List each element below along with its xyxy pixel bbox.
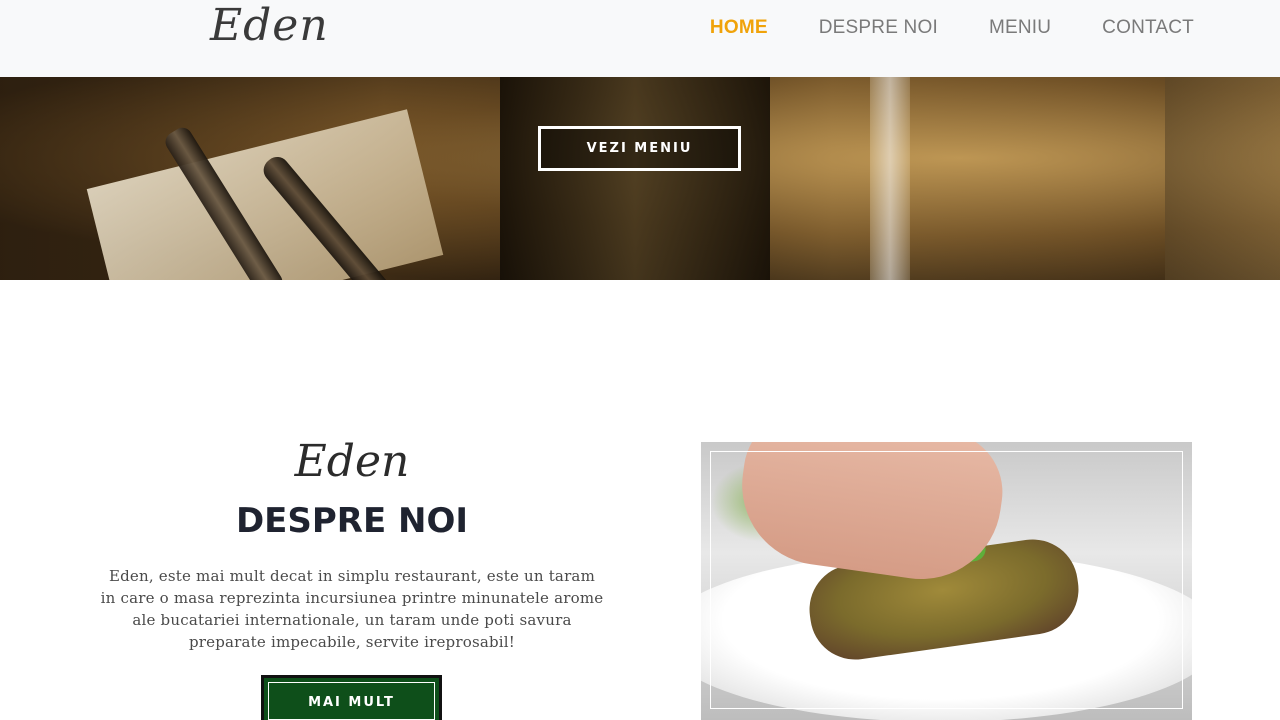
nav-item-meniu[interactable]: MENIU	[989, 16, 1051, 40]
hero-candle-image	[1165, 77, 1280, 280]
hero-glass-image	[500, 77, 770, 280]
site-header: Eden HOME DESPRE NOI MENIU CONTACT	[0, 0, 1280, 77]
main-nav: HOME DESPRE NOI MENIU CONTACT	[710, 16, 1194, 40]
photo-frame-border	[710, 451, 1183, 709]
nav-item-despre-noi[interactable]: DESPRE NOI	[819, 16, 938, 40]
more-button[interactable]: MAI MULT	[261, 675, 442, 720]
chef-plating-photo	[701, 442, 1192, 720]
about-title: DESPRE NOI	[235, 501, 469, 541]
hero-wine-glass-image	[870, 77, 910, 280]
view-menu-button[interactable]: VEZI MENIU	[538, 126, 741, 171]
nav-item-home[interactable]: HOME	[710, 16, 768, 40]
about-description: Eden, este mai mult decat in simplu rest…	[100, 567, 604, 651]
hero-banner: VEZI MENIU	[0, 77, 1280, 280]
about-script-title: Eden	[294, 436, 410, 487]
site-logo[interactable]: Eden	[210, 0, 329, 52]
nav-item-contact[interactable]: CONTACT	[1102, 16, 1194, 40]
more-button-label: MAI MULT	[268, 682, 435, 720]
